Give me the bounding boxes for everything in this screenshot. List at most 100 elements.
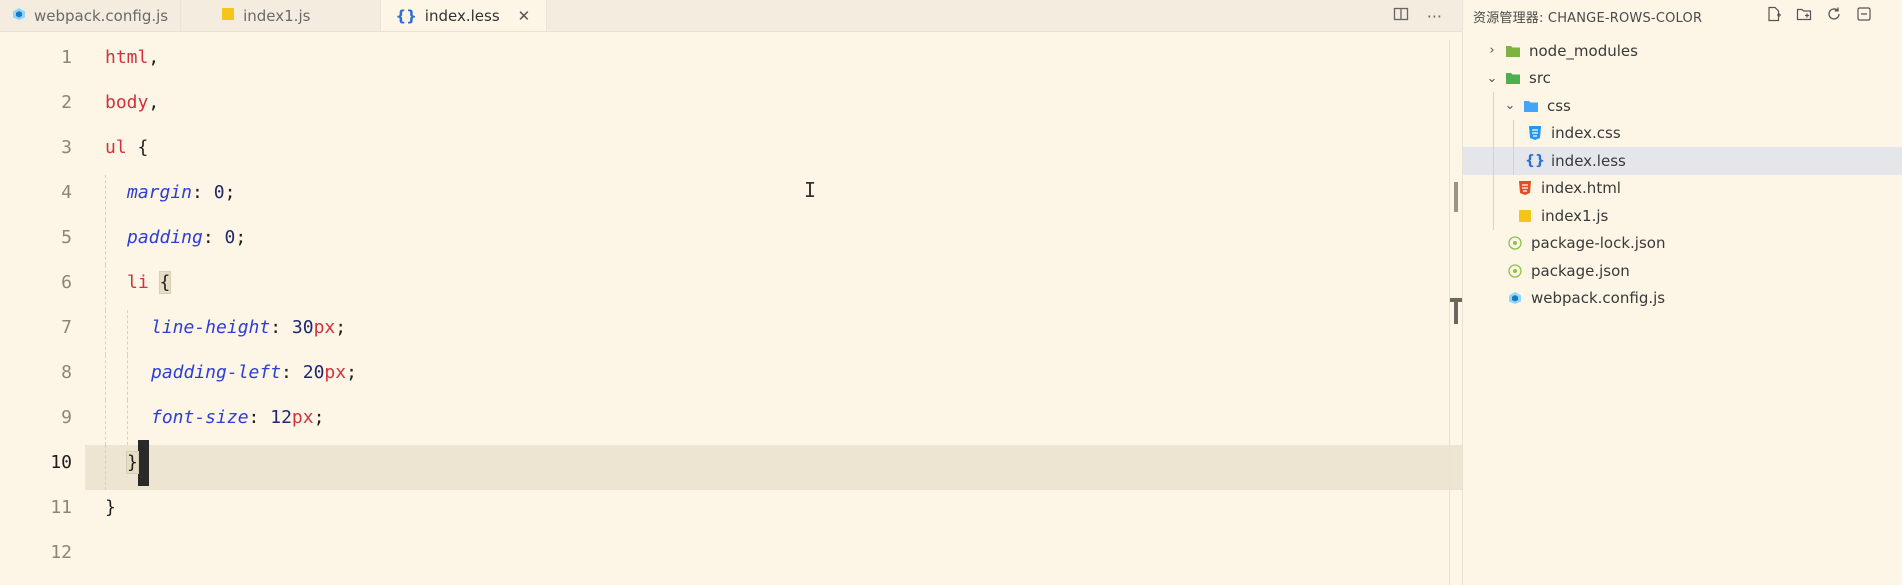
tree-item-label: src — [1529, 69, 1551, 88]
punctuation-token: , — [148, 92, 160, 113]
line-number: 12 — [50, 542, 72, 563]
code-line: body, — [105, 85, 1462, 130]
code-line: line-height: 30px; — [105, 310, 1462, 355]
punctuation-token: : — [270, 317, 292, 338]
chevron-down-icon: ⌄ — [1504, 98, 1516, 114]
number-token: 20 — [302, 362, 325, 383]
scrollbar-thumb[interactable] — [1454, 182, 1458, 212]
punctuation-token: ; — [313, 407, 325, 428]
line-number: 1 — [61, 47, 72, 68]
tree-item-src[interactable]: ⌄ src — [1463, 65, 1902, 93]
code-line: } — [105, 490, 1462, 535]
code-text-area[interactable]: html, body, ul { margin: 0; padding: 0; … — [85, 40, 1462, 580]
tab-label: webpack.config.js — [34, 6, 169, 25]
code-line: padding: 0; — [105, 220, 1462, 265]
tree-item-label: css — [1547, 96, 1571, 115]
punctuation-token: } — [105, 497, 116, 518]
vscode-window: webpack.config.js index1.js {} index.les… — [0, 0, 1902, 585]
code-line: li { — [105, 265, 1462, 310]
indent-guide — [127, 355, 128, 400]
line-number: 3 — [61, 137, 72, 158]
indent-guide — [105, 175, 106, 220]
number-token: 12 — [270, 407, 292, 428]
punctuation-token: ; — [224, 182, 236, 203]
tree-item-webpack-config[interactable]: webpack.config.js — [1463, 285, 1902, 313]
tree-item-package-lock-json[interactable]: package-lock.json — [1463, 230, 1902, 258]
explorer-panel: 资源管理器: CHANGE-ROWS-COLOR › node_modules — [1462, 0, 1902, 585]
collapse-all-icon[interactable] — [1856, 6, 1872, 26]
number-token: 0 — [224, 227, 236, 248]
line-number: 5 — [61, 227, 72, 248]
more-actions-icon[interactable]: ··· — [1427, 7, 1442, 26]
punctuation-token: ; — [335, 317, 347, 338]
webpack-icon — [12, 7, 26, 25]
tree-item-index-less[interactable]: {} index.less — [1463, 147, 1902, 175]
unit-token: px — [291, 407, 314, 428]
new-folder-icon[interactable] — [1796, 6, 1812, 26]
line-number: 7 — [61, 317, 72, 338]
selector-token: html — [105, 47, 149, 68]
close-icon[interactable]: ✕ — [518, 7, 531, 25]
tree-item-node-modules[interactable]: › node_modules — [1463, 37, 1902, 65]
code-line: font-size: 12px; — [105, 400, 1462, 445]
mouse-ibeam-icon: I — [804, 178, 817, 202]
punctuation-token: : — [281, 362, 303, 383]
indent-guide — [105, 445, 106, 490]
property-token: padding — [127, 227, 203, 248]
split-editor-icon[interactable] — [1393, 6, 1409, 26]
tree-item-label: webpack.config.js — [1531, 289, 1666, 308]
less-file-icon: {} — [1525, 152, 1545, 169]
tree-item-css[interactable]: ⌄ css — [1463, 92, 1902, 120]
number-token: 0 — [213, 182, 225, 203]
cursor-position-marker — [1454, 302, 1458, 324]
refresh-icon[interactable] — [1826, 6, 1842, 26]
editor-scrollbar[interactable] — [1449, 40, 1462, 585]
indent-guide — [105, 310, 106, 355]
property-token: margin — [127, 182, 193, 203]
js-file-icon — [221, 7, 235, 25]
line-number: 8 — [61, 362, 72, 383]
tab-label: index.less — [424, 6, 500, 25]
explorer-actions — [1766, 0, 1872, 32]
selector-token: li — [127, 272, 149, 293]
folder-src-icon — [1505, 70, 1521, 86]
file-tree: › node_modules ⌄ src ⌄ css index.css {} … — [1463, 37, 1902, 312]
code-line: html, — [105, 40, 1462, 85]
tab-index-less[interactable]: {} index.less ✕ — [381, 0, 548, 31]
tab-webpack-config[interactable]: webpack.config.js — [0, 0, 182, 31]
tree-item-index-css[interactable]: index.css — [1463, 119, 1902, 147]
selector-token: ul — [105, 137, 127, 158]
tree-item-index1-js[interactable]: index1.js — [1463, 202, 1902, 230]
matching-brace: } — [126, 451, 139, 474]
punctuation-token: , — [148, 47, 160, 68]
unit-token: px — [313, 317, 336, 338]
property-token: font-size — [151, 407, 249, 428]
tab-label: index1.js — [243, 6, 311, 25]
new-file-icon[interactable] — [1766, 6, 1782, 26]
tree-item-label: package.json — [1531, 261, 1630, 280]
chevron-right-icon: › — [1489, 43, 1495, 59]
indent-guide — [105, 265, 106, 310]
tree-item-label: node_modules — [1529, 41, 1638, 60]
editor-actions: ··· — [1393, 0, 1442, 32]
selector-token: body — [105, 92, 149, 113]
explorer-title: 资源管理器: CHANGE-ROWS-COLOR — [1473, 10, 1703, 26]
tab-bar: webpack.config.js index1.js {} index.les… — [0, 0, 1462, 32]
node-folder-icon — [1505, 43, 1521, 59]
chevron-down-icon: ⌄ — [1486, 70, 1498, 86]
unit-token: px — [324, 362, 347, 383]
tree-indent-guide — [1513, 147, 1514, 175]
tree-item-package-json[interactable]: package.json — [1463, 257, 1902, 285]
line-number: 2 — [61, 92, 72, 113]
tree-item-label: index1.js — [1541, 206, 1609, 225]
tree-indent-guide — [1493, 92, 1494, 120]
tree-item-label: index.html — [1541, 179, 1621, 198]
indent-guide — [127, 310, 128, 355]
indent-guide — [127, 400, 128, 445]
tree-item-index-html[interactable]: index.html — [1463, 174, 1902, 202]
tab-index1-js[interactable]: index1.js — [181, 0, 382, 31]
line-number: 11 — [50, 497, 72, 518]
webpack-icon — [1507, 290, 1523, 306]
code-line: ul { — [105, 130, 1462, 175]
